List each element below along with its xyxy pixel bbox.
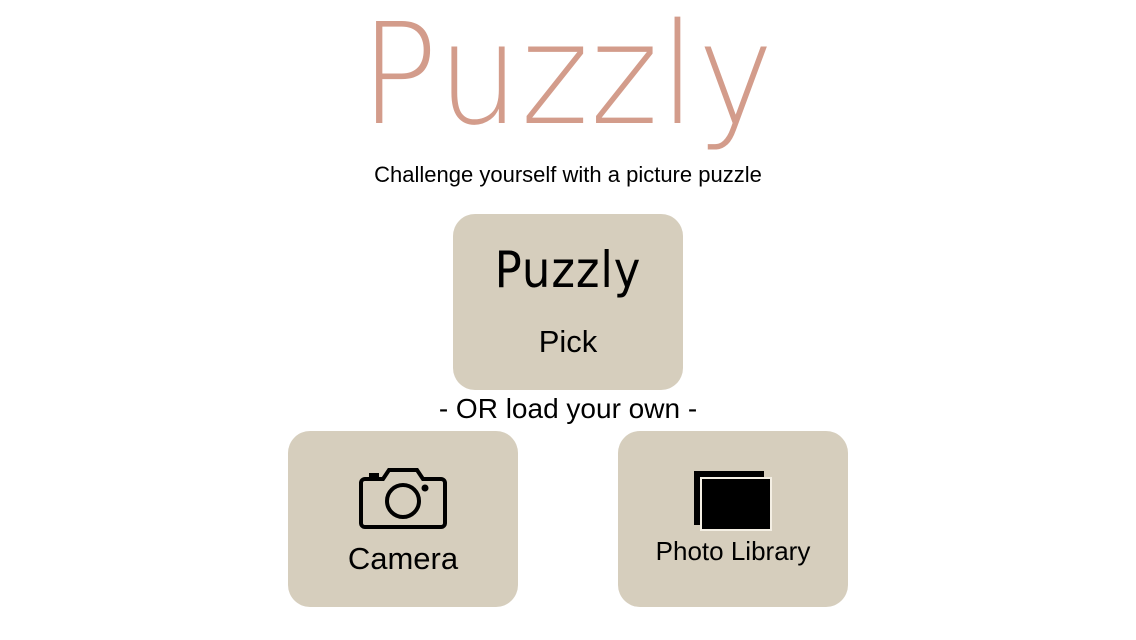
home-screen: Puzzly Challenge yourself with a picture… bbox=[0, 0, 1136, 640]
photo-library-icon bbox=[694, 471, 772, 531]
camera-icon bbox=[359, 468, 447, 529]
pick-label: Pick bbox=[538, 324, 598, 359]
app-title: Puzzly bbox=[360, 0, 776, 157]
photo-library-button[interactable]: Photo Library bbox=[618, 431, 848, 607]
pick-logo: Puzzly bbox=[494, 241, 642, 299]
camera-button[interactable]: Camera bbox=[288, 431, 518, 607]
pick-puzzle-button[interactable]: Puzzly Pick bbox=[453, 214, 683, 390]
photo-library-label: Photo Library bbox=[655, 536, 811, 566]
or-divider: - OR load your own - bbox=[438, 393, 698, 424]
tagline: Challenge yourself with a picture puzzle bbox=[374, 162, 762, 187]
camera-label: Camera bbox=[347, 541, 459, 576]
